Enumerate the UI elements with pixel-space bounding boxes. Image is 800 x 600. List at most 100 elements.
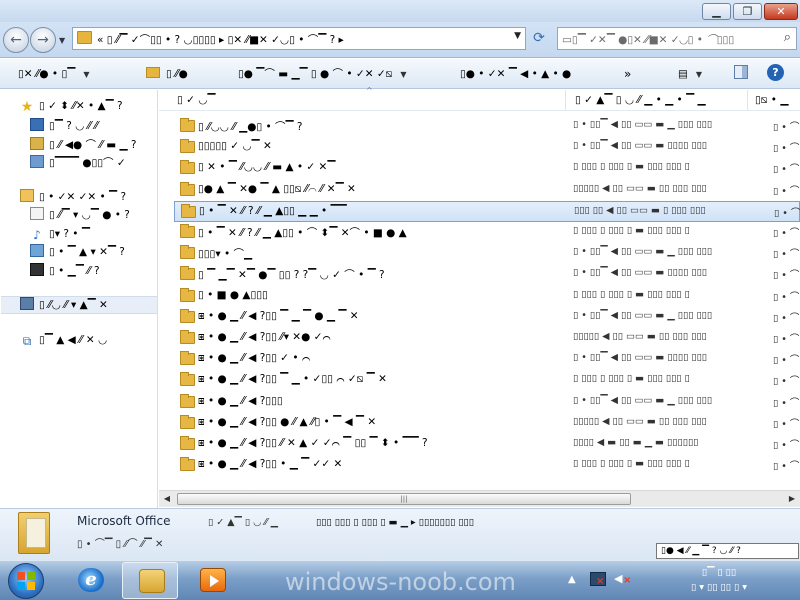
nav-item[interactable]: ▯▔ ? ◡ ⁄⁄ ⁄⁄ [30,117,98,135]
close-button[interactable]: ✕ [764,3,798,20]
nav-item[interactable]: ▯▔▔▔ ●▯▯⌒ ✓ [30,154,126,172]
chevron-down-icon: ▼ [400,70,407,79]
column-type-header[interactable]: ▯⧅ • ▁ [755,94,788,107]
scroll-left-icon[interactable]: ◀ [159,491,175,507]
nav-item[interactable]: ▯ • ▔ ▲ ▾ ✕▔ ? [30,243,125,261]
column-date-header[interactable]: ▯ ✓ ▲▔ ▯ ◡ ⁄⁄ ▁ • ▁ • ▔ ▁ [575,94,706,106]
show-hidden-icons-button[interactable]: ▲ [568,574,576,585]
column-name-header[interactable]: ▯ ✓ ◡▔ [177,94,216,106]
volume-muted-icon[interactable]: ◀ [614,572,631,588]
table-row[interactable]: ⧆ • ● ▁ ⁄⁄ ◀ ?▯▯ ▔ ▁ • ✓▯▯ ⌒ ✓⧅ ▔ ✕ ▯ ▯▯▯… [174,370,800,391]
nav-item[interactable]: ★ ▯ ✓ ⬍ ⁄⁄✕ • ▲▔ ? [20,97,123,115]
file-type: ▯ • ⌒ ▯▯▯ [773,185,800,197]
nav-item-label: ▯ • ▔ ▲ ▾ ✕▔ ? [49,246,125,258]
system-clock[interactable]: ▯▔ ▯ ▯▯ ▯ ▾ ▯▯ ▯▯ ▯ ▾ [648,565,790,595]
preview-pane-toggle[interactable] [734,65,748,79]
table-row[interactable]: ⧆ • ● ▁ ⁄⁄ ◀ ?▯▯ ✓ • ⌒ ▯ • ▯▯▔ ◀ ▯▯ ▭▭ ▬ … [174,349,800,370]
horizontal-scrollbar[interactable]: ◀ ||| ▶ [159,490,800,507]
file-date-modified: ▯ ▯▯▯ ▯ ▯▯▯ ▯ ▬ ▯▯▯ ▯▯▯ ▯ [573,225,690,236]
scrollbar-thumb[interactable]: ||| [177,493,631,505]
forward-button[interactable]: → [30,27,56,53]
table-row[interactable]: ▯ ⁄⁄◡◡ ⁄⁄ ▁●▯ • ⌒▔ ? ▯ • ▯▯▔ ◀ ▯▯ ▭▭ ▬ ▁ … [174,116,800,137]
nav-item[interactable]: ▯ ⁄⁄▔ ▾ ◡▔ ● • ? [30,206,130,224]
network-icon: ⧉ [22,334,32,348]
folder-icon [180,330,195,344]
table-row[interactable]: ▯ • ▔ ✕ ⁄⁄ ? ⁄⁄ ▁ ▲▯▯ ▁ ▁ • ▔▔ ▯▯▯ ▯▯ ◀ ▯… [174,200,800,222]
table-row[interactable]: ▯▯▯▯▯ ✓ ◡▔ ✕ ▯ • ▯▯▔ ◀ ▯▯ ▭▭ ▬ ▯▯▯▯ ▯▯▯ ▯ … [174,137,800,158]
table-row[interactable]: ▯ ▔ ▁▔ ✕▔ ●▔ ▯▯ ? ?▔ ◡ ✓ ⌒ • ▔ ? ▯ • ▯▯▔ … [174,264,800,285]
search-input[interactable]: ▭▯▔ ✓✕▔ ●▯✕ ⁄⁄■✕ ✓◡▯ • ⌒▯▯▯ ⌕ [557,27,797,50]
file-date-modified: ▯ ▯▯▯ ▯ ▯▯▯ ▯ ▬ ▯▯▯ ▯▯▯ ▯ [573,373,690,385]
more-commands-button[interactable]: » [624,66,631,82]
include-in-library-menu[interactable]: ▯ ⁄⁄● [146,66,188,82]
table-row[interactable]: ⧆ • ● ▁ ⁄⁄ ◀ ?▯▯ ● ⁄⁄ ▲ ⁄⁄▯ • ▔ ◀ ▔ ✕ ▯▯▯… [174,413,800,434]
file-type: ▯ • ⌒ ▯▯▯ [773,228,800,239]
file-date-modified: ▯▯▯ ▯▯ ◀ ▯▯ ▭▭ ▬ ▯ ▯▯▯ ▯▯▯ [574,204,706,216]
scroll-right-icon[interactable]: ▶ [784,491,800,507]
nav-item-label: ▯ • ▁▔ ⁄⁄ ? [49,265,100,277]
taskbar-windows-explorer[interactable] [122,562,178,599]
maximize-icon: ❐ [742,5,753,18]
table-row[interactable]: ▯▯▯▾ • ⌒▁ ▯ • ▯▯▔ ◀ ▯▯ ▭▭ ▬ ▁ ▯▯▯ ▯▯▯ ▯ • … [174,243,800,264]
videos-icon [30,263,44,276]
taskbar-internet-explorer[interactable]: e [62,562,118,599]
file-date-modified: ▯ • ▯▯▔ ◀ ▯▯ ▭▭ ▬ ▯▯▯▯ ▯▯▯ [573,140,708,152]
column-divider[interactable] [747,90,748,110]
file-type: ▯ • ⌒ ▯▯▯ [773,376,800,388]
column-divider[interactable] [565,90,566,110]
maximize-button[interactable]: ❐ [733,3,762,20]
table-row[interactable]: ⧆ • ● ▁ ⁄⁄ ◀ ?▯▯ • ▁ ▔ ✓✓ ✕ ▯ ▯▯▯ ▯ ▯▯▯ ▯… [174,455,800,476]
address-bar[interactable]: « ▯ ⁄⁄▔ ✓⌒▯▯ • ? ◡▯▯▯▯ ▸ ▯✕ ⁄⁄■✕ ✓◡▯ • ⌒… [72,27,526,50]
back-button[interactable]: ← [3,27,29,53]
help-button[interactable]: ? [767,64,784,81]
file-type: ▯ • ⌒ ▯▯▯ [773,397,800,409]
nav-item-label: ▯▔ ▲ ◀ ⁄⁄ ✕ ◡ [39,334,108,346]
change-view-button[interactable]: ▤ ▼ [678,66,702,82]
internet-explorer-icon: e [78,568,104,592]
share-with-menu[interactable]: ▯● ▔⌒ ▬ ▁▔ ▯ ● ⌒ • ✓✕ ✓⧅ ▼ [238,66,407,82]
watermark: windows-noob.com [285,568,516,596]
minimize-button[interactable]: ▁ [702,3,731,20]
recent-pages-dropdown[interactable]: ▼ [59,36,65,45]
nav-item[interactable]: ▯ • ✓✕ ✓✕ • ▔ ? [20,188,126,206]
scroll-grip: ||| [400,495,408,503]
folder-icon [180,351,195,366]
table-row[interactable]: ▯ • ▔ ✕ ⁄⁄ ? ⁄⁄ ▁ ▲▯▯ • ⌒ ⬍▔ ✕⌒ • ■ ● ▲ ▯… [174,222,800,243]
address-path: « ▯ ⁄⁄▔ ✓⌒▯▯ • ? ◡▯▯▯▯ ▸ ▯✕ ⁄⁄■✕ ✓◡▯ • ⌒… [97,34,344,46]
chevron-down-icon: ▼ [695,70,703,79]
title-bar [0,0,800,22]
details-item-name: Microsoft Office [77,514,171,528]
nav-item-label: ▯ • ✓✕ ✓✕ • ▔ ? [39,191,127,203]
taskbar-media-player[interactable] [184,562,240,599]
table-row[interactable]: ▯ • ■ ● ▲▯▯▯ ▯ ▯▯▯ ▯ ▯▯▯ ▯ ▬ ▯▯▯ ▯▯▯ ▯ ▯ •… [174,286,800,307]
folder-icon [180,245,195,260]
help-icon: ? [772,66,779,79]
nav-item[interactable]: ♪ ▯▾ ? • ▔ [30,225,90,243]
file-type: ▯ • ⌒ ▯▯▯ [773,334,800,345]
organize-menu[interactable]: ▯✕ ⁄⁄● • ▯▔ ▼ [18,66,89,82]
folder-icon [180,160,195,175]
back-arrow-icon: ← [10,32,22,48]
table-row[interactable]: ▯● ▲ ▔ ✕● ▔ ▲ ▯▯⧅ ⁄⁄⌒ ⁄⁄ ✕▔ ✕ ▯▯▯▯▯ ◀ ▯▯ … [174,180,800,201]
table-row[interactable]: ⧆ • ● ▁ ⁄⁄ ◀ ?▯▯ ⁄⁄▾ ✕● ✓⌒ ▯▯▯▯▯ ◀ ▯▯ ▭▭ … [174,328,800,349]
minimize-icon: ▁ [712,5,721,18]
file-name: ⧆ • ● ▁ ⁄⁄ ◀ ?▯▯ ⁄⁄▾ ✕● ✓⌒ [198,331,331,343]
table-row[interactable]: ⧆ • ● ▁ ⁄⁄ ◀ ?▯▯ ▔ ▁ ▔ ● ▁ ▔ ✕ ▯ • ▯▯▔ ◀ … [174,307,800,328]
organize-label: ▯✕ ⁄⁄● • ▯▔ [18,68,76,80]
folder-icon [180,436,195,450]
nav-item[interactable]: ▯ ⁄⁄ ◀● ⌒ ⁄⁄ ▬ ▁ ? [30,136,136,154]
address-dropdown-icon[interactable]: ▼ [514,31,521,41]
burn-button[interactable]: ▯● • ✓✕ ▔ ◀ • ▲ • ● [460,66,571,82]
nav-item[interactable]: ⧉ ▯▔ ▲ ◀ ⁄⁄ ✕ ◡ [20,331,107,349]
file-name: ▯▯▯▾ • ⌒▁ [198,248,253,261]
nav-item[interactable]: ▯ • ▁▔ ⁄⁄ ? [30,262,100,280]
file-type: ▯ • ⌒ ▯▯▯ [773,461,800,473]
table-row[interactable]: ⧆ • ● ▁ ⁄⁄ ◀ ?▯▯ ⁄⁄ ✕ ▲ ✓ ✓⌒ ▔ ▯▯ ▔ ⬍ • … [174,434,800,455]
table-row[interactable]: ▯ ✕ • ▔ ⁄⁄◡◡ ⁄⁄ ▬ ▲ • ✓ ✕▔ ▯ ▯▯▯ ▯ ▯▯▯ ▯ … [174,158,800,179]
folder-icon [77,31,92,44]
nav-item[interactable]: ▯ ⁄⁄◡ ⁄⁄ ▾ ▲▔ ✕ [20,296,108,314]
refresh-button[interactable]: ⟳ [529,29,549,48]
table-row[interactable]: ⧆ • ● ▁ ⁄⁄ ◀ ?▯▯▯ ▯ • ▯▯▔ ◀ ▯▯ ▭▭ ▬ ▁ ▯▯▯… [174,392,800,413]
nav-item-label: ▯ ✓ ⬍ ⁄⁄✕ • ▲▔ ? [39,100,123,112]
network-status-icon[interactable] [590,572,606,587]
